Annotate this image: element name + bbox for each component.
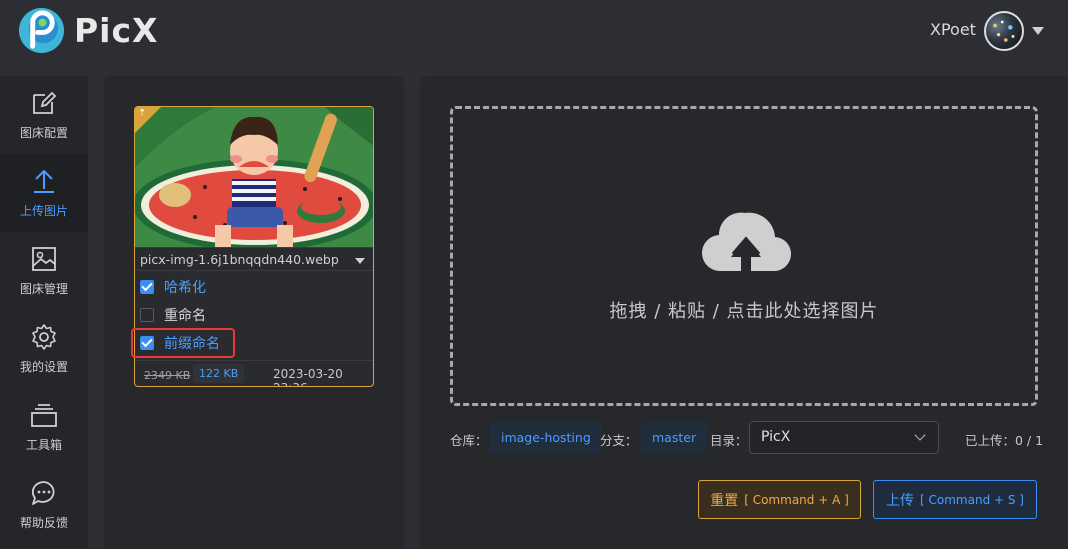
- sidebar-item-manage[interactable]: 图床管理: [0, 232, 88, 310]
- branch-label: 分支：: [600, 433, 638, 448]
- sidebar: 图床配置 上传图片 图床管理 我的设置 工具箱 帮助反馈: [0, 76, 88, 549]
- compressed-size-badge: 122 KB: [193, 364, 245, 383]
- image-icon: [32, 247, 56, 271]
- reset-button[interactable]: 重置 [ Command + A ]: [698, 480, 861, 519]
- sidebar-item-upload[interactable]: 上传图片: [0, 154, 88, 232]
- chevron-down-icon[interactable]: [1032, 27, 1044, 35]
- picx-logo-icon[interactable]: [18, 7, 65, 54]
- annotation-highlight-box: [131, 328, 235, 358]
- avatar[interactable]: [984, 11, 1024, 51]
- sidebar-item-label: 帮助反馈: [19, 516, 68, 530]
- hash-checkbox[interactable]: [140, 280, 154, 294]
- sidebar-item-label: 图床管理: [19, 282, 68, 296]
- upload-icon: [34, 169, 54, 193]
- upload-dropzone[interactable]: 拖拽 / 粘贴 / 点击此处选择图片: [450, 106, 1038, 406]
- caret-down-icon[interactable]: [355, 258, 365, 264]
- upload-button-label: 上传: [886, 492, 915, 509]
- upload-shortcut-hint: [ Command + S ]: [920, 492, 1024, 507]
- card-footer: 2349 KB 122 KB 2023-03-20 23:36: [135, 360, 373, 386]
- gear-icon: [32, 324, 56, 350]
- option-label: 重命名: [164, 308, 206, 324]
- dropzone-text: 拖拽 / 粘贴 / 点击此处选择图片: [609, 301, 879, 322]
- uploaded-count: 已上传：0 / 1: [965, 433, 1044, 448]
- sidebar-item-config[interactable]: 图床配置: [0, 76, 88, 154]
- edit-icon: [33, 91, 57, 114]
- image-thumbnail[interactable]: [135, 107, 374, 247]
- sidebar-item-label: 上传图片: [19, 204, 68, 218]
- toolbox-icon: [31, 404, 57, 427]
- option-label: 哈希化: [164, 280, 206, 296]
- sidebar-item-toolbox[interactable]: 工具箱: [0, 388, 88, 466]
- upload-date: 2023-03-20 23:36: [273, 367, 343, 386]
- sidebar-item-label: 我的设置: [19, 360, 68, 374]
- header: PicX XPoet: [0, 0, 1068, 64]
- file-name-dropdown[interactable]: picx-img-1.6j1bnqqdn440.webp: [135, 247, 373, 271]
- dir-select[interactable]: PicX: [749, 421, 939, 454]
- dir-select-value: PicX: [761, 429, 791, 445]
- rename-checkbox[interactable]: [140, 308, 154, 322]
- repo-tag: image-hosting: [490, 422, 602, 453]
- branch-tag: master: [641, 422, 708, 453]
- sidebar-item-label: 工具箱: [25, 438, 62, 452]
- sidebar-item-label: 图床配置: [19, 126, 68, 140]
- file-name: picx-img-1.6j1bnqqdn440.webp: [140, 252, 339, 267]
- reset-button-label: 重置: [710, 492, 739, 509]
- app-name: PicX: [74, 11, 159, 50]
- repo-label: 仓库：: [450, 433, 488, 448]
- chat-icon: [31, 481, 55, 505]
- sidebar-item-settings[interactable]: 我的设置: [0, 310, 88, 388]
- reset-shortcut-hint: [ Command + A ]: [744, 492, 849, 507]
- option-rename[interactable]: 重命名: [140, 304, 206, 326]
- upload-button[interactable]: 上传 [ Command + S ]: [873, 480, 1037, 519]
- original-size: 2349 KB: [144, 369, 191, 382]
- upload-arrow-icon: ⇡: [138, 108, 147, 119]
- cloud-upload-icon: [701, 212, 791, 279]
- user-name[interactable]: XPoet: [930, 20, 976, 39]
- chevron-down-icon: [914, 429, 926, 441]
- sidebar-item-help[interactable]: 帮助反馈: [0, 466, 88, 544]
- dir-label: 目录：: [710, 433, 748, 448]
- option-hash[interactable]: 哈希化: [140, 276, 206, 298]
